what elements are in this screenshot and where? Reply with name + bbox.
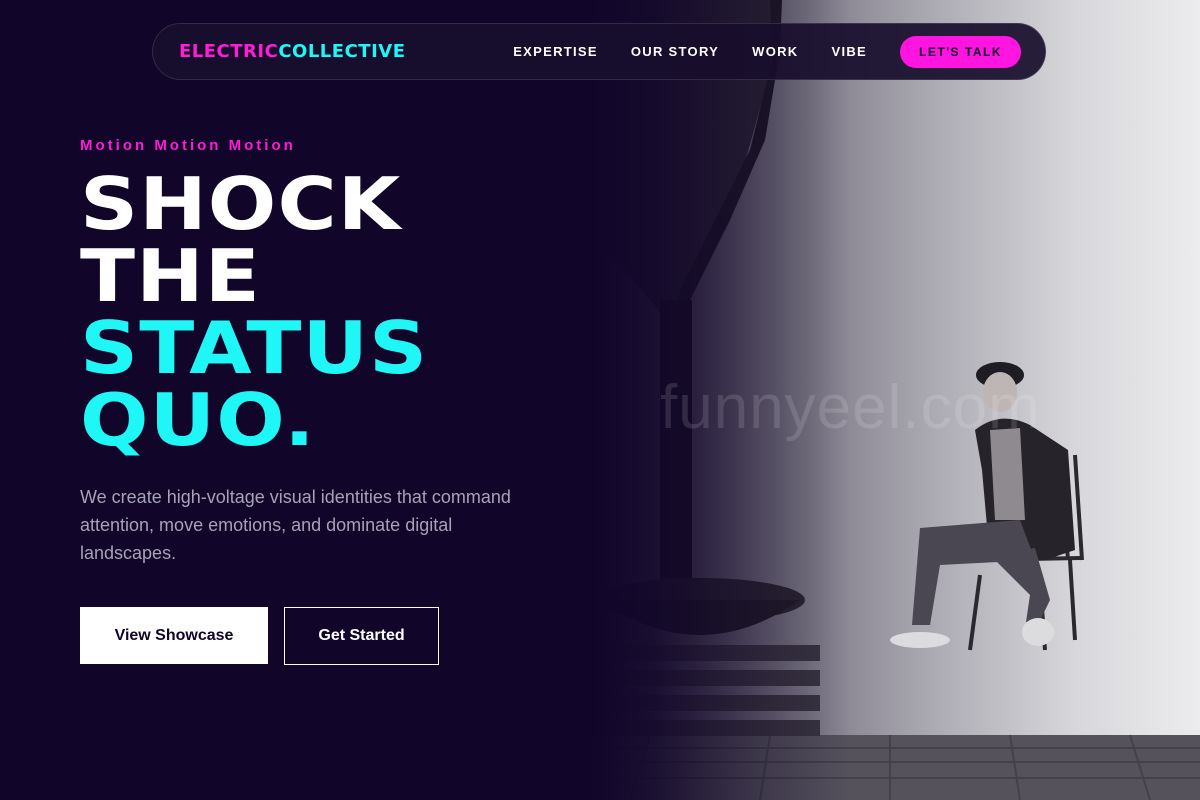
view-showcase-button[interactable]: View Showcase xyxy=(80,607,268,664)
nav-link-vibe[interactable]: VIBE xyxy=(831,44,867,59)
hero-eyebrow: Motion Motion Motion xyxy=(80,137,296,154)
brand-name-part2: COLLECTIVE xyxy=(278,41,406,62)
nav-link-expertise[interactable]: EXPERTISE xyxy=(513,44,598,59)
hero-photo: funnyeel.com xyxy=(590,0,1200,800)
headline-line-3: STATUS xyxy=(80,306,429,390)
brand-logo[interactable]: ELECTRICCOLLECTIVE xyxy=(179,41,406,62)
brand-name-part1: ELECTRIC xyxy=(179,41,279,62)
main-navigation: ELECTRICCOLLECTIVE EXPERTISE OUR STORY W… xyxy=(152,23,1046,80)
watermark-text: funnyeel.com xyxy=(660,373,1041,442)
hero-headline: SHOCK THE STATUS QUO. xyxy=(80,168,428,456)
lets-talk-button[interactable]: LET'S TALK xyxy=(900,35,1021,68)
nav-link-our-story[interactable]: OUR STORY xyxy=(631,44,719,59)
nav-links: EXPERTISE OUR STORY WORK VIBE xyxy=(513,44,867,59)
headline-line-1: SHOCK xyxy=(80,162,402,246)
hero-description: We create high-voltage visual identities… xyxy=(80,487,511,563)
headline-line-2: THE xyxy=(80,234,261,318)
headline-line-4: QUO. xyxy=(80,378,316,462)
get-started-button[interactable]: Get Started xyxy=(284,607,439,665)
nav-link-work[interactable]: WORK xyxy=(752,44,798,59)
